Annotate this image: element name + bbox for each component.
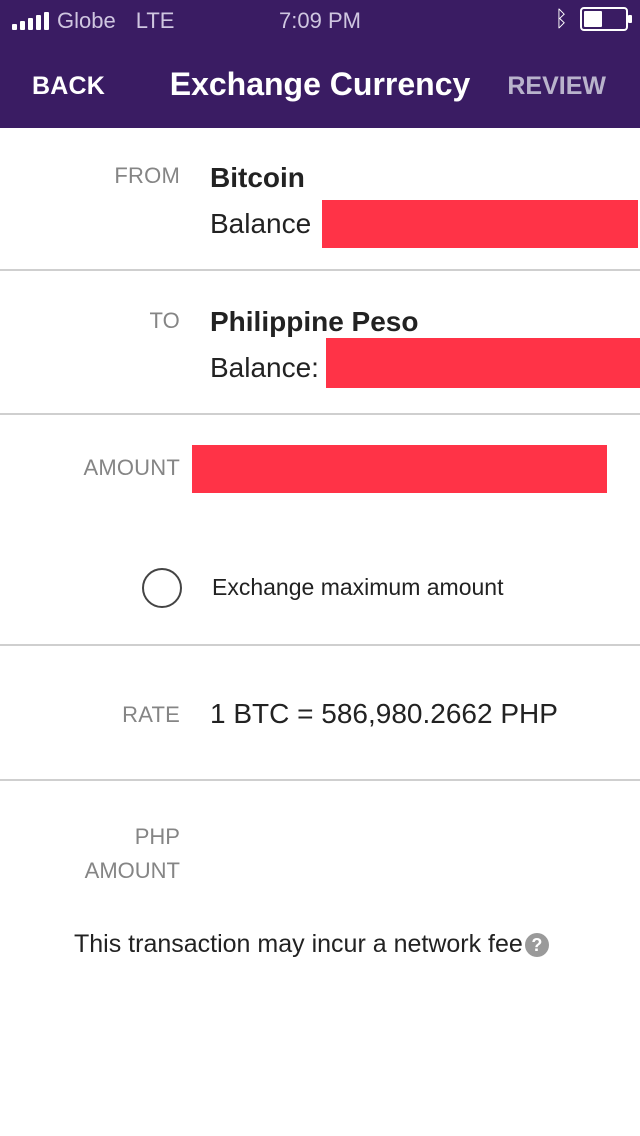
battery-icon bbox=[580, 7, 632, 31]
divider bbox=[0, 644, 640, 646]
divider bbox=[0, 413, 640, 415]
from-balance-redaction bbox=[322, 200, 638, 248]
divider bbox=[0, 269, 640, 271]
bluetooth-icon: ᛒ bbox=[554, 6, 568, 31]
to-currency[interactable]: Philippine Peso bbox=[210, 306, 418, 338]
network-fee-text: This transaction may incur a network fee bbox=[74, 930, 523, 958]
php-amount-label: PHP AMOUNT bbox=[0, 820, 180, 888]
max-amount-label[interactable]: Exchange maximum amount bbox=[212, 574, 503, 601]
max-amount-radio[interactable] bbox=[142, 568, 182, 608]
amount-input[interactable] bbox=[192, 445, 607, 493]
php-amount-label-line1: PHP bbox=[134, 824, 180, 849]
amount-label: AMOUNT bbox=[83, 455, 180, 480]
nav-bar: BACK Exchange Currency REVIEW bbox=[0, 40, 640, 128]
status-right: ᛒ bbox=[554, 6, 632, 32]
help-icon[interactable]: ? bbox=[524, 932, 549, 957]
from-label: FROM bbox=[114, 163, 180, 188]
to-balance-label: Balance: bbox=[210, 352, 319, 383]
to-balance-redaction bbox=[326, 338, 640, 388]
from-balance-label: Balance bbox=[210, 208, 312, 239]
rate-label: RATE bbox=[122, 702, 180, 727]
rate-value: 1 BTC = 586,980.2662 PHP bbox=[210, 698, 558, 729]
network-fee-note: This transaction may incur a network fee… bbox=[74, 930, 549, 959]
to-label: TO bbox=[149, 308, 180, 333]
header: Globe LTE 7:09 PM ᛒ BACK Exchange Curren… bbox=[0, 0, 640, 128]
status-bar: Globe LTE 7:09 PM ᛒ bbox=[0, 0, 640, 40]
review-button[interactable]: REVIEW bbox=[507, 72, 606, 101]
from-currency[interactable]: Bitcoin bbox=[210, 162, 305, 194]
status-time: 7:09 PM bbox=[279, 8, 361, 33]
divider bbox=[0, 779, 640, 781]
php-amount-label-line2: AMOUNT bbox=[84, 858, 180, 883]
